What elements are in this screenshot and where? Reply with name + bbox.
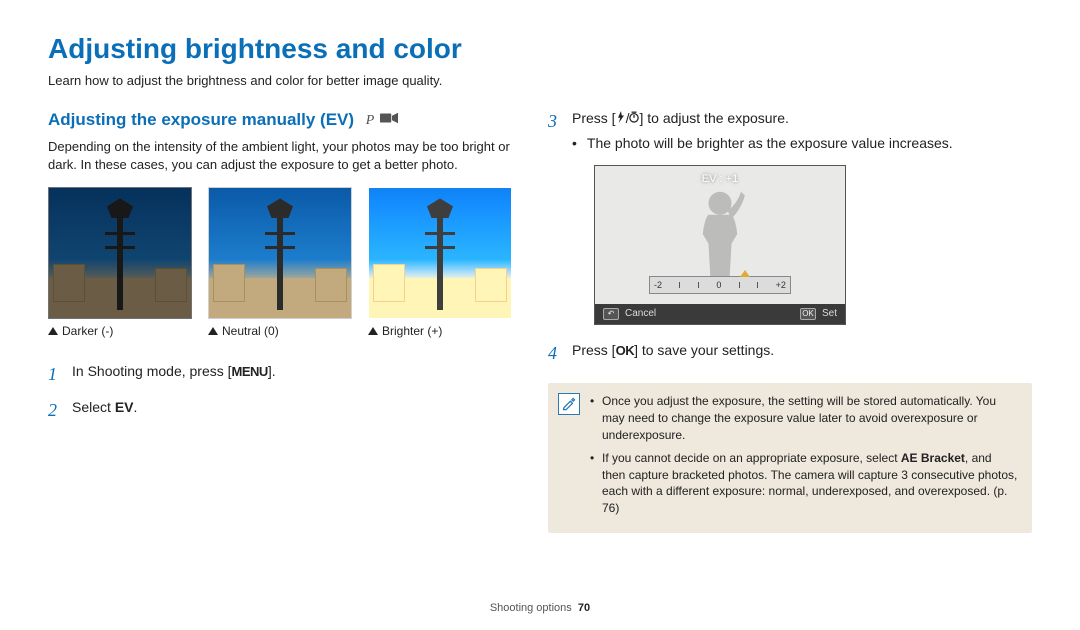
ok-button-label: OK: [616, 342, 635, 360]
cancel-label: Cancel: [625, 307, 656, 321]
left-column: Adjusting the exposure manually (EV) P D…: [48, 109, 512, 533]
page-title: Adjusting brightness and color: [48, 30, 1032, 68]
step-number-2: 2: [48, 398, 62, 422]
step-1-text: In Shooting mode, press [MENU].: [72, 362, 512, 381]
menu-button-label: MENU: [232, 363, 268, 381]
steps-right: 3 Press [/] to adjust the exposure. The …: [548, 109, 1032, 365]
note-2: If you cannot decide on an appropriate e…: [590, 450, 1018, 517]
step-3-text: Press [/] to adjust the exposure.: [572, 110, 789, 126]
ev-slider[interactable]: -2 0 +2: [649, 276, 791, 294]
steps-left: 1 In Shooting mode, press [MENU]. 2 Sele…: [48, 362, 512, 423]
step-number-3: 3: [548, 109, 562, 133]
right-column: 3 Press [/] to adjust the exposure. The …: [548, 109, 1032, 533]
timer-icon: [629, 110, 639, 126]
person-silhouette-icon: [680, 186, 760, 282]
note-icon: [558, 393, 580, 415]
step-3-bullet: The photo will be brighter as the exposu…: [572, 134, 1032, 153]
page-intro: Learn how to adjust the brightness and c…: [48, 72, 1032, 90]
step-number-4: 4: [548, 341, 562, 365]
example-neutral-caption: Neutral (0): [222, 323, 279, 339]
slider-pointer-icon: [740, 270, 750, 277]
slider-max: +2: [776, 279, 786, 291]
mode-icons: P: [366, 112, 399, 131]
example-brighter-caption: Brighter (+): [382, 323, 442, 339]
slider-min: -2: [654, 279, 662, 291]
step-number-1: 1: [48, 362, 62, 386]
ok-icon[interactable]: OK: [800, 308, 816, 320]
note-1: Once you adjust the exposure, the settin…: [590, 393, 1018, 443]
page-footer: Shooting options 70: [0, 601, 1080, 616]
triangle-up-icon: [48, 327, 58, 335]
mode-icon-p: P: [366, 112, 375, 131]
video-mode-icon: [380, 112, 398, 131]
example-darker-image: [48, 187, 192, 319]
slider-mid: 0: [716, 279, 721, 291]
flash-icon: [616, 110, 626, 126]
example-brighter-image: [368, 187, 512, 319]
step-2-text: Select EV.: [72, 398, 512, 417]
example-darker-caption: Darker (-): [62, 323, 113, 339]
section-body: Depending on the intensity of the ambien…: [48, 138, 512, 173]
exposure-examples: Darker (-) Neutral (0) Brighter (+): [48, 187, 512, 339]
ev-value-label: EV : +1: [702, 172, 738, 187]
back-icon[interactable]: ↶: [603, 308, 619, 320]
lcd-preview: EV : +1 -2: [594, 165, 846, 325]
example-neutral-image: [208, 187, 352, 319]
note-box: Once you adjust the exposure, the settin…: [548, 383, 1032, 533]
step-4-text: Press [OK] to save your settings.: [572, 341, 1032, 360]
triangle-up-icon: [208, 327, 218, 335]
set-label: Set: [822, 307, 837, 321]
triangle-up-icon: [368, 327, 378, 335]
lcd-footer: ↶ Cancel OK Set: [595, 304, 845, 324]
section-heading: Adjusting the exposure manually (EV): [48, 110, 354, 129]
